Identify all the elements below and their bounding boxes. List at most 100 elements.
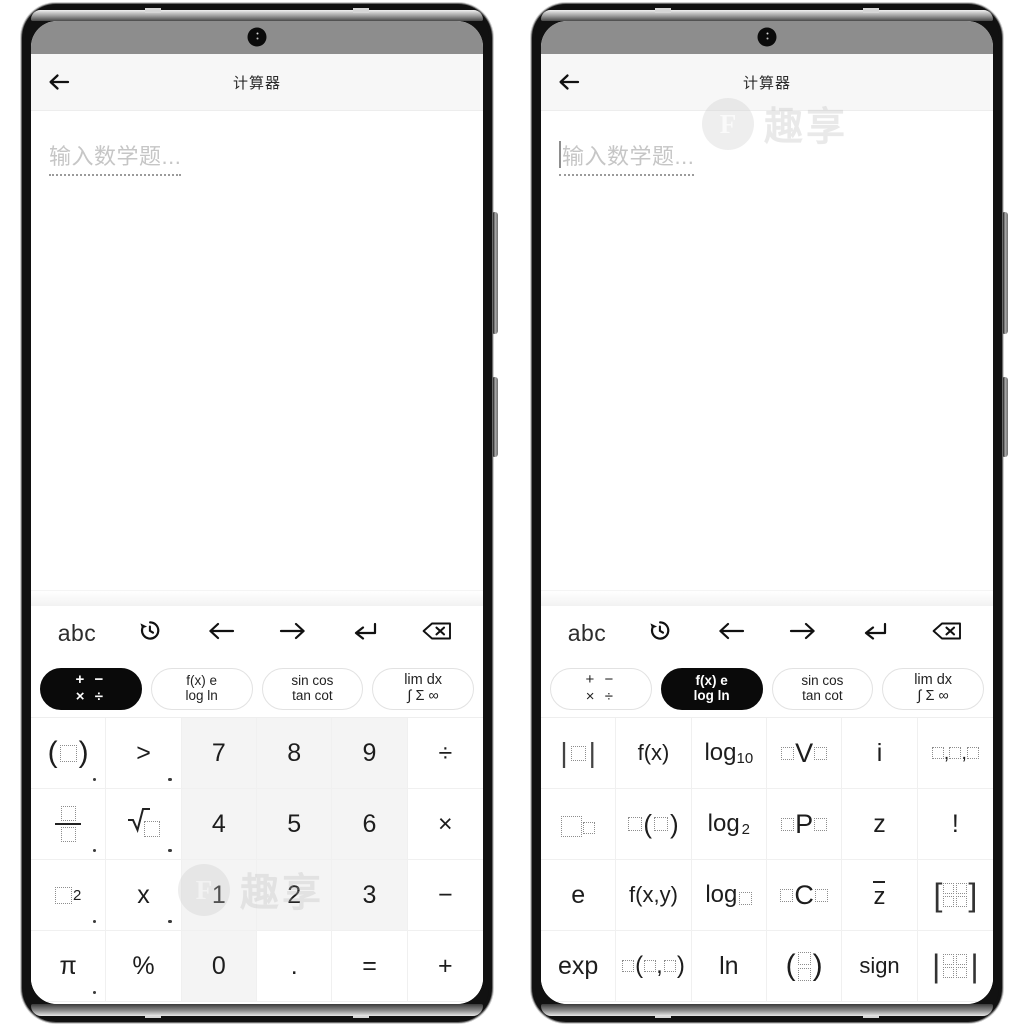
category-line1: lim dx (404, 671, 443, 688)
category-calculus[interactable]: lim dx ∫ Σ ∞ (882, 667, 984, 710)
expression-area[interactable]: 输入数学题... (541, 111, 993, 590)
key-[interactable]: π (31, 931, 107, 1002)
key-[interactable]: [] (917, 860, 993, 931)
key-f-x-y[interactable]: f(x,y) (616, 860, 692, 931)
history-button[interactable] (113, 618, 185, 648)
key-[interactable]: ! (917, 789, 993, 860)
key-ln[interactable]: ln (691, 931, 767, 1002)
antenna-band (655, 8, 671, 13)
keyboard-category-row: + − × ÷ f(x) e log ln sin cos tan cot li… (541, 660, 993, 717)
key-z[interactable]: z (842, 789, 918, 860)
enter-button[interactable] (329, 619, 401, 648)
key-[interactable]: > (106, 718, 182, 789)
key-[interactable]: + (407, 931, 483, 1002)
key-i[interactable]: i (842, 718, 918, 789)
volume-button[interactable] (1003, 212, 1008, 334)
key-6[interactable]: 6 (332, 789, 408, 860)
key-z[interactable]: z (842, 860, 918, 931)
category-functions[interactable]: f(x) e log ln (660, 667, 763, 710)
key-[interactable]: = (332, 931, 408, 1002)
key-log[interactable]: log 10 (691, 718, 767, 789)
key-3[interactable]: 3 (332, 860, 408, 931)
phone-right: 计算器 输入数学题... abc + − × ÷ f(x) e log ln s… (532, 4, 1008, 1022)
key-2[interactable]: 2 (257, 860, 333, 931)
back-button[interactable] (31, 54, 87, 110)
key-[interactable]: () (616, 789, 692, 860)
category-functions[interactable]: f(x) e log ln (150, 667, 253, 710)
enter-button[interactable] (839, 619, 911, 648)
key-0[interactable]: 0 (181, 931, 257, 1002)
key-[interactable]: ÷ (407, 718, 483, 789)
key-exp[interactable]: exp (541, 931, 617, 1002)
key-[interactable]: 2 (31, 860, 107, 931)
long-press-indicator-dot (92, 919, 97, 923)
math-input-placeholder: 输入数学题... (562, 144, 695, 169)
volume-button[interactable] (493, 212, 498, 334)
back-arrow-icon (556, 69, 582, 95)
cursor-left-button[interactable] (695, 619, 767, 648)
back-button[interactable] (541, 54, 597, 110)
long-press-indicator-dot (92, 777, 97, 781)
expression-area[interactable]: 输入数学题... (31, 111, 483, 590)
antenna-band (863, 1013, 879, 1018)
keyboard-nav-row: abc (541, 606, 993, 660)
category-calculus[interactable]: lim dx ∫ Σ ∞ (372, 667, 474, 710)
key-v[interactable]: V (767, 718, 843, 789)
key-[interactable]: () (31, 718, 107, 789)
cursor-right-button[interactable] (767, 619, 839, 648)
switch-to-abc-button[interactable]: abc (551, 620, 623, 647)
category-trig[interactable]: sin cos tan cot (771, 667, 874, 710)
key-log[interactable]: log 2 (691, 789, 767, 860)
key-[interactable]: × (407, 789, 483, 860)
arrow-right-icon (278, 619, 308, 648)
key-p[interactable]: P (767, 789, 843, 860)
power-button[interactable] (493, 377, 498, 457)
key-9[interactable]: 9 (332, 718, 408, 789)
key-[interactable] (541, 789, 617, 860)
key-[interactable]: | | (917, 931, 993, 1002)
key-x[interactable]: x (106, 860, 182, 931)
power-button[interactable] (1003, 377, 1008, 457)
cursor-right-button[interactable] (257, 619, 329, 648)
key-f-x[interactable]: f(x) (616, 718, 692, 789)
arrow-left-icon (206, 619, 236, 648)
key-e[interactable]: e (541, 860, 617, 931)
key-[interactable]: () (767, 931, 843, 1002)
key-5[interactable]: 5 (257, 789, 333, 860)
cursor-left-button[interactable] (185, 619, 257, 648)
key-[interactable]: % (106, 931, 182, 1002)
key-[interactable]: (,) (616, 931, 692, 1002)
key-4[interactable]: 4 (181, 789, 257, 860)
math-input-placeholder: 输入数学题... (49, 144, 182, 169)
key-1[interactable]: 1 (181, 860, 257, 931)
backspace-button[interactable] (401, 619, 473, 648)
antenna-band (353, 1013, 369, 1018)
category-basic-ops[interactable]: + − × ÷ (40, 667, 142, 710)
math-input-field[interactable]: 输入数学题... (49, 137, 182, 176)
key-[interactable]: ,, (917, 718, 993, 789)
status-bar (541, 21, 993, 54)
long-press-indicator-dot (168, 919, 172, 923)
key-c[interactable]: C (767, 860, 843, 931)
key-log[interactable]: log (691, 860, 767, 931)
dual-phone-comparison: 计算器 输入数学题... abc + − × ÷ f(x) e log ln s… (0, 0, 1024, 1024)
backspace-button[interactable] (911, 619, 983, 648)
key-[interactable] (31, 789, 107, 860)
key-sign[interactable]: sign (842, 931, 918, 1002)
front-camera-punch-hole-icon (247, 27, 267, 47)
category-basic-ops[interactable]: + − × ÷ (550, 667, 652, 710)
category-line2: log ln (693, 687, 730, 703)
backspace-delete-icon (421, 619, 453, 648)
keyboard-top-shadow (31, 590, 483, 606)
arrow-right-icon (788, 619, 818, 648)
key-7[interactable]: 7 (181, 718, 257, 789)
key-[interactable]: . (257, 931, 333, 1002)
key-[interactable]: − (407, 860, 483, 931)
history-button[interactable] (623, 618, 695, 648)
math-input-field[interactable]: 输入数学题... (559, 137, 695, 176)
key-8[interactable]: 8 (257, 718, 333, 789)
switch-to-abc-button[interactable]: abc (41, 620, 113, 647)
category-trig[interactable]: sin cos tan cot (261, 667, 364, 710)
key-[interactable] (106, 789, 182, 860)
key-[interactable]: | | (541, 718, 617, 789)
